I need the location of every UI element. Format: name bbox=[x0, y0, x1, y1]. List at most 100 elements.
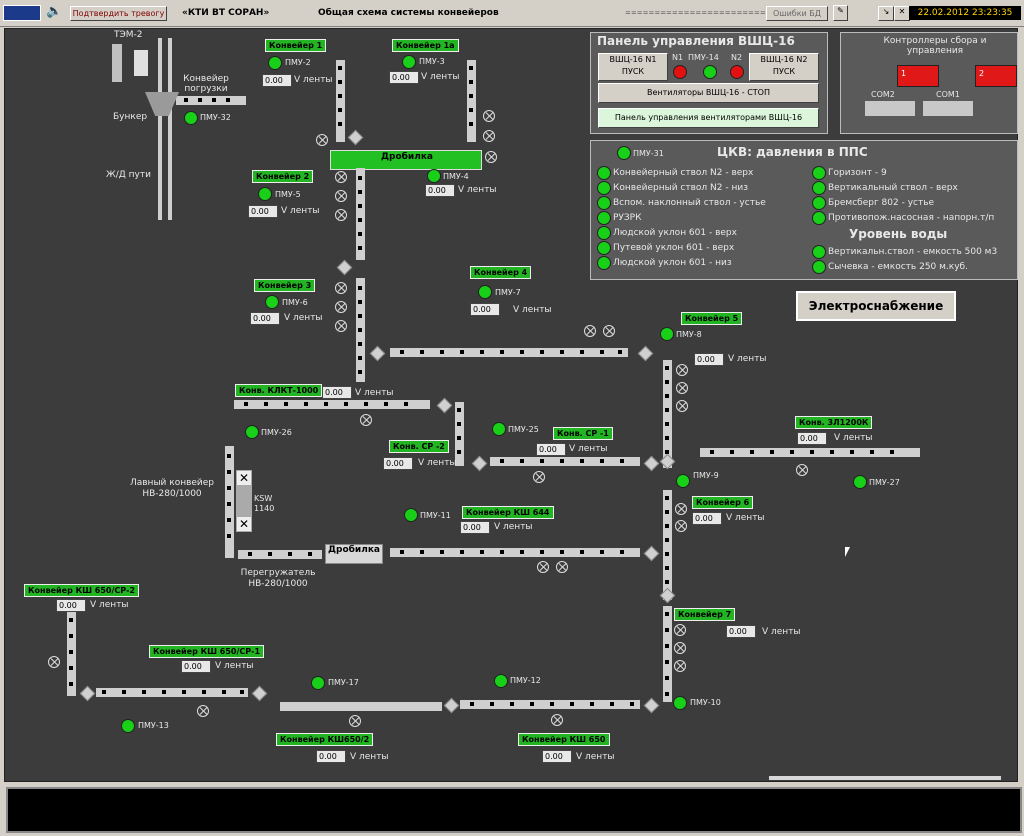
sensor-icon[interactable] bbox=[197, 705, 209, 717]
pmu-14-label: ПМУ-14 bbox=[688, 53, 719, 62]
ckv-item-8: Горизонт - 9 bbox=[828, 168, 887, 178]
reloader-belt bbox=[238, 550, 322, 559]
sensor-icon[interactable] bbox=[335, 209, 347, 221]
rail-label: Ж/Д пути bbox=[106, 170, 151, 180]
sensor-icon[interactable] bbox=[676, 382, 688, 394]
conveyor-sr2-label[interactable]: Конв. СР -2 bbox=[389, 440, 449, 453]
com1-status bbox=[923, 101, 973, 116]
conveyor-ksh650-2-label[interactable]: Конвейер КШ650/2 bbox=[276, 733, 374, 746]
conveyor-2-label[interactable]: Конвейер 2 bbox=[252, 170, 314, 183]
sensor-icon[interactable] bbox=[483, 130, 495, 142]
conveyor-ksh650-label[interactable]: Конвейер КШ 650 bbox=[518, 733, 610, 746]
fan-control-panel-button[interactable]: Панель управления вентиляторами ВШЦ-16 bbox=[598, 108, 819, 128]
tem-label: ТЭМ-2 bbox=[114, 30, 143, 40]
schema-layer: ТЭМ-2 Конвейер погрузки Бункер ПМУ-32 Ж/… bbox=[0, 0, 1024, 836]
crusher-2-label: Дробилка bbox=[328, 545, 381, 555]
conveyor-ksh650-sr2-label[interactable]: Конвейер КШ 650/СР-2 bbox=[24, 584, 140, 597]
conveyor-sr1-speed: 0.00 bbox=[536, 443, 566, 456]
conveyor-3-label[interactable]: Конвейер 3 bbox=[254, 279, 316, 292]
sensor-icon[interactable] bbox=[316, 134, 328, 146]
status-led bbox=[597, 181, 611, 195]
pmu-32-led[interactable] bbox=[184, 111, 198, 125]
sensor-icon[interactable] bbox=[676, 364, 688, 376]
pmu-31-label: ПМУ-31 bbox=[633, 149, 664, 158]
conveyor-ksh644-label[interactable]: Конвейер КШ 644 bbox=[462, 506, 554, 519]
pmu-4-led[interactable] bbox=[427, 169, 441, 183]
conveyor-3l1200k-label[interactable]: Конв. 3Л1200К bbox=[795, 416, 873, 429]
sensor-icon[interactable] bbox=[556, 561, 568, 573]
com2-label: COM2 bbox=[871, 90, 895, 99]
crusher-block[interactable]: Дробилка bbox=[330, 150, 482, 170]
crusher-2-block[interactable]: Дробилка bbox=[325, 544, 383, 564]
pmu-27-label: ПМУ-27 bbox=[869, 478, 900, 487]
pmu-6-led[interactable] bbox=[265, 295, 279, 309]
close-icon[interactable]: ✕ bbox=[237, 517, 251, 531]
drive-icon bbox=[643, 545, 660, 562]
sensor-icon[interactable] bbox=[349, 715, 361, 727]
vshc-1-start-button[interactable]: ВШЦ-16 N1 ПУСК bbox=[598, 53, 668, 81]
rail-right bbox=[168, 38, 172, 220]
close-icon[interactable]: ✕ bbox=[237, 471, 251, 485]
conveyor-6-label[interactable]: Конвейер 6 bbox=[692, 496, 754, 509]
pmu-5-led[interactable] bbox=[258, 187, 272, 201]
ksw-label: KSW 1140 bbox=[254, 494, 275, 513]
conveyor-sr1-label[interactable]: Конв. СР -1 bbox=[553, 427, 613, 440]
loading-conveyor-belt bbox=[176, 96, 246, 105]
power-supply-button[interactable]: Электроснабжение bbox=[796, 291, 956, 321]
controller-1-icon[interactable]: 1 bbox=[897, 65, 939, 87]
conveyor-1a-label[interactable]: Конвейер 1а bbox=[392, 39, 459, 52]
sensor-icon[interactable] bbox=[360, 414, 372, 426]
sensor-icon[interactable] bbox=[584, 325, 596, 337]
sensor-icon[interactable] bbox=[48, 656, 60, 668]
sensor-icon[interactable] bbox=[674, 660, 686, 672]
conveyor-7-label[interactable]: Конвейер 7 bbox=[674, 608, 736, 621]
pmu-5-label: ПМУ-5 bbox=[275, 190, 301, 199]
pmu-11-led[interactable] bbox=[404, 508, 418, 522]
pmu-9-led[interactable] bbox=[676, 474, 690, 488]
pmu-26-led[interactable] bbox=[245, 425, 259, 439]
sensor-icon[interactable] bbox=[483, 110, 495, 122]
pmu-12-led[interactable] bbox=[494, 674, 508, 688]
status-led bbox=[597, 166, 611, 180]
sensor-icon[interactable] bbox=[674, 642, 686, 654]
conveyor-1-label[interactable]: Конвейер 1 bbox=[265, 39, 327, 52]
sensor-icon[interactable] bbox=[603, 325, 615, 337]
conveyor-5-label[interactable]: Конвейер 5 bbox=[681, 312, 743, 325]
sensor-icon[interactable] bbox=[551, 714, 563, 726]
sensor-icon[interactable] bbox=[335, 190, 347, 202]
sensor-icon[interactable] bbox=[675, 503, 687, 515]
pmu-3-led[interactable] bbox=[402, 55, 416, 69]
conveyor-klkt-label[interactable]: Конв. КЛКТ-1000 bbox=[235, 384, 323, 397]
sensor-icon[interactable] bbox=[537, 561, 549, 573]
pmu-8-led[interactable] bbox=[660, 327, 674, 341]
speed-unit: V ленты bbox=[421, 72, 460, 82]
pmu-2-led[interactable] bbox=[268, 56, 282, 70]
pmu-11-label: ПМУ-11 bbox=[420, 511, 451, 520]
crusher-label: Дробилка bbox=[381, 152, 434, 162]
pmu-27-led[interactable] bbox=[853, 475, 867, 489]
conveyor-4-label[interactable]: Конвейер 4 bbox=[470, 266, 532, 279]
speed-unit: V ленты bbox=[350, 752, 389, 762]
sensor-icon[interactable] bbox=[533, 471, 545, 483]
vshc-2-start-button[interactable]: ВШЦ-16 N2 ПУСК bbox=[749, 53, 819, 81]
sensor-icon[interactable] bbox=[335, 301, 347, 313]
sensor-icon[interactable] bbox=[796, 464, 808, 476]
sensor-icon[interactable] bbox=[335, 320, 347, 332]
pmu-7-led[interactable] bbox=[478, 285, 492, 299]
pmu-13-led[interactable] bbox=[121, 719, 135, 733]
sensor-icon[interactable] bbox=[676, 400, 688, 412]
ckv-item-1: Конвейерный ствол N2 - верх bbox=[613, 168, 754, 178]
sensor-icon[interactable] bbox=[485, 151, 497, 163]
sensor-icon[interactable] bbox=[335, 282, 347, 294]
pmu-10-led[interactable] bbox=[673, 696, 687, 710]
controllers-panel: Контроллеры сбора и управления 1 2 COM2 … bbox=[840, 32, 1018, 134]
conveyor-4-speed: 0.00 bbox=[470, 303, 500, 316]
sensor-icon[interactable] bbox=[674, 624, 686, 636]
pmu-17-led[interactable] bbox=[311, 676, 325, 690]
n2-label: N2 bbox=[731, 53, 743, 62]
sensor-icon[interactable] bbox=[675, 520, 687, 532]
conveyor-ksh650-sr1-label[interactable]: Конвейер КШ 650/СР-1 bbox=[149, 645, 265, 658]
controller-2-icon[interactable]: 2 bbox=[975, 65, 1017, 87]
sensor-icon[interactable] bbox=[335, 171, 347, 183]
pmu-25-led[interactable] bbox=[492, 422, 506, 436]
